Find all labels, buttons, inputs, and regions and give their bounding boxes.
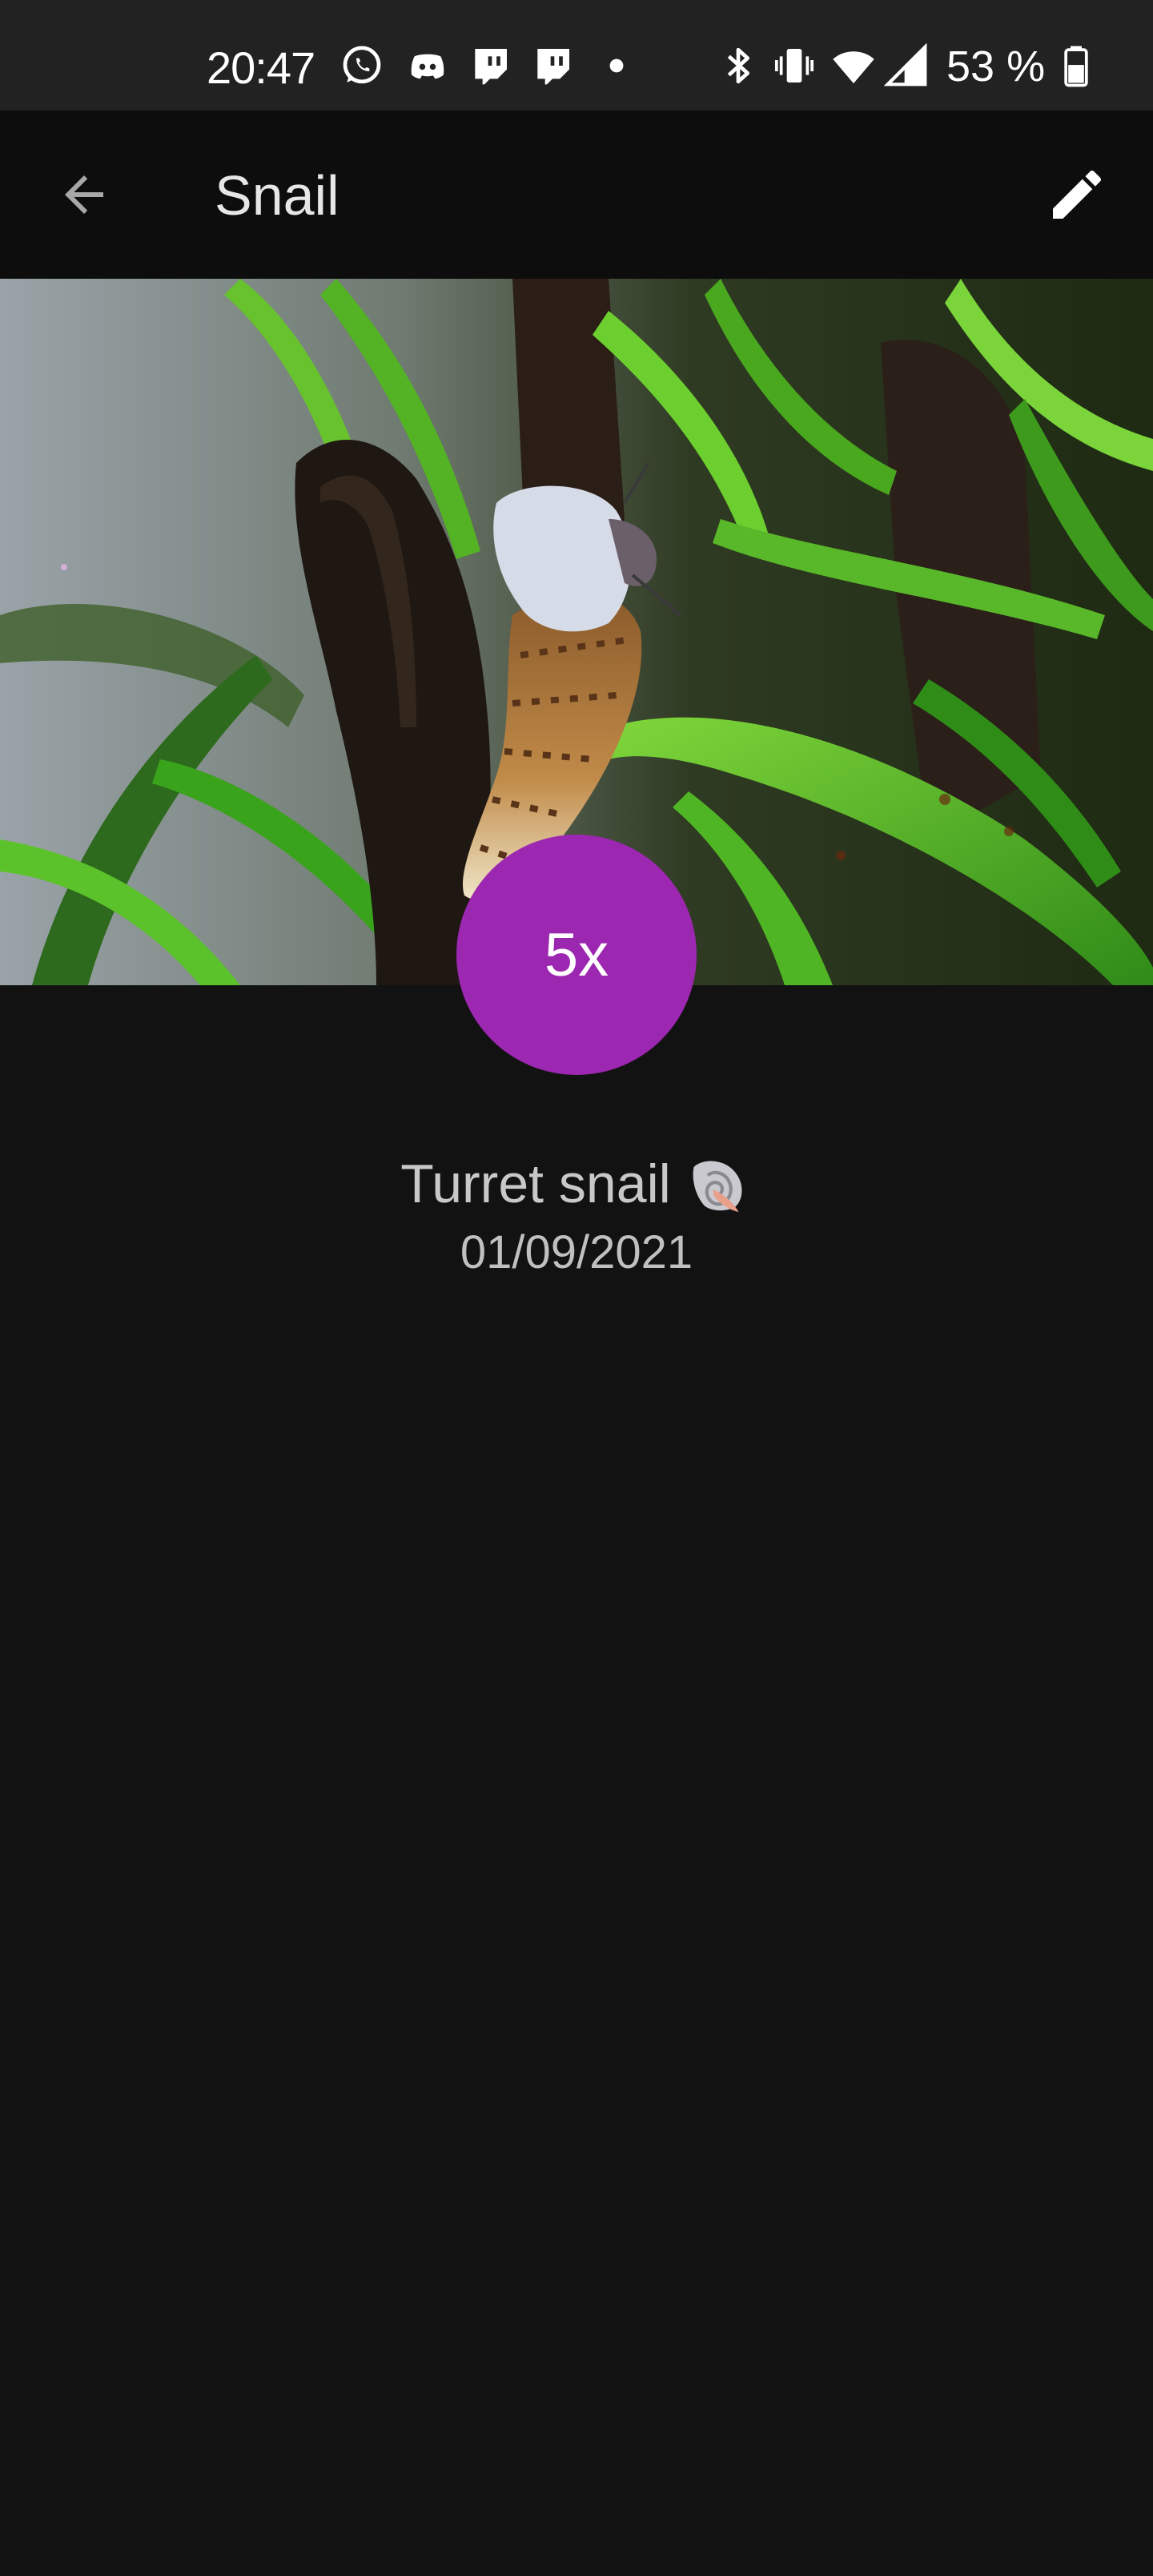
discord-icon — [411, 54, 444, 79]
dot-icon — [609, 58, 624, 73]
spiral-shell-icon — [693, 1161, 742, 1212]
status-time: 20:47 — [207, 42, 315, 93]
vibrate-icon — [774, 49, 814, 83]
item-name-row: Turret snail — [0, 1145, 1153, 1222]
item-name: Turret snail — [400, 1153, 671, 1214]
cell-signal-icon — [884, 43, 927, 87]
item-date: 01/09/2021 — [460, 1226, 693, 1278]
battery-text: 53 % — [946, 42, 1046, 91]
twitch-icon — [537, 49, 569, 85]
status-bar: 20:47 53 % — [0, 0, 1153, 111]
screen: 20:47 53 % Snail 5x Turret snail 01/09/2… — [0, 0, 1153, 2576]
twitch-icon — [475, 49, 507, 85]
pencil-icon — [1053, 171, 1101, 219]
count-badge[interactable]: 5x — [456, 835, 697, 1075]
battery-icon — [1064, 46, 1088, 87]
whatsapp-icon — [343, 46, 381, 84]
wifi-icon — [833, 51, 874, 84]
item-details: Turret snail 01/09/2021 — [0, 1145, 1153, 1279]
bluetooth-icon — [727, 47, 749, 84]
app-bar: Snail — [0, 111, 1153, 279]
back-button[interactable] — [48, 159, 120, 231]
arrow-left-icon — [65, 175, 103, 214]
edit-button[interactable] — [1041, 159, 1113, 231]
page-title: Snail — [215, 164, 339, 227]
